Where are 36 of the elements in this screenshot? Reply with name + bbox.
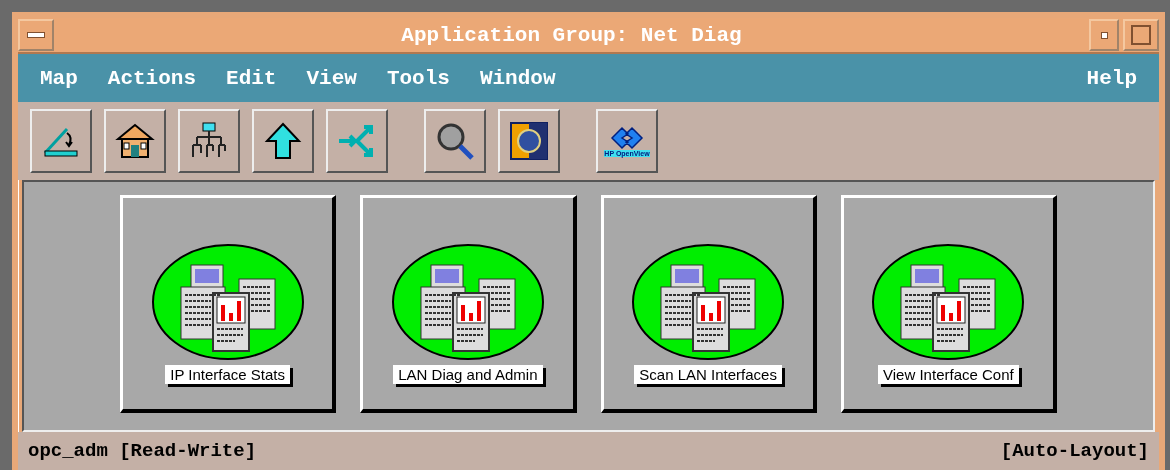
menu-item[interactable]: Actions <box>107 66 197 90</box>
application-label: Scan LAN Interfaces <box>634 365 782 384</box>
toolbar-button[interactable] <box>30 109 92 173</box>
status-mode: opc_adm [Read-Write] <box>28 440 257 462</box>
application-tile[interactable]: IP Interface Stats <box>120 195 337 413</box>
menu-item[interactable]: View <box>306 66 357 90</box>
application-label: View Interface Conf <box>878 365 1019 384</box>
up-arrow-icon <box>263 121 303 161</box>
application-reports-icon <box>150 243 305 361</box>
application-label: LAN Diag and Admin <box>393 365 543 384</box>
application-tile[interactable]: Scan LAN Interfaces <box>600 195 817 413</box>
search-icon <box>435 121 475 161</box>
window-title: Application Group: Net Diag <box>400 23 743 47</box>
toolbar-button[interactable] <box>178 109 240 173</box>
toolbar-button[interactable] <box>498 109 560 173</box>
window-menu-button[interactable] <box>18 19 54 51</box>
application-reports-icon <box>631 243 786 361</box>
application-tile[interactable]: LAN Diag and Admin <box>360 195 577 413</box>
toolbar-button[interactable] <box>252 109 314 173</box>
logo-icon <box>608 125 646 150</box>
layout-status: [Auto-Layout] <box>1000 440 1149 462</box>
menu-item[interactable]: Map <box>40 66 78 90</box>
application-reports-icon <box>390 243 545 361</box>
application-label: IP Interface Stats <box>165 365 290 384</box>
application-tile[interactable]: View Interface Conf <box>840 195 1057 413</box>
menu-item[interactable]: Edit <box>226 66 277 90</box>
maximize-button[interactable] <box>1123 19 1159 51</box>
menu-item[interactable]: Tools <box>386 66 450 90</box>
house-icon <box>115 121 155 161</box>
toolbar-button[interactable] <box>424 109 486 173</box>
menu-item[interactable]: Window <box>479 66 556 90</box>
application-reports-icon <box>871 243 1026 361</box>
help-menu[interactable]: Help <box>1086 66 1137 90</box>
toolbar-button[interactable] <box>104 109 166 173</box>
minimize-button[interactable] <box>1089 19 1119 51</box>
toolbar-button[interactable] <box>326 109 388 173</box>
